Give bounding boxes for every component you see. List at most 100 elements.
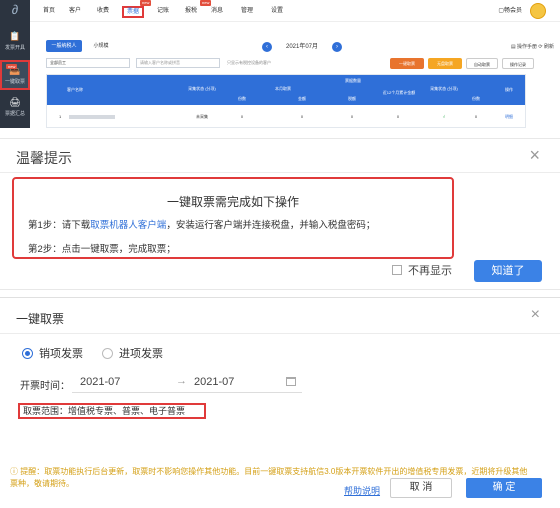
- date-from-input[interactable]: 2021-07: [80, 376, 120, 388]
- nav-fees[interactable]: 收费: [94, 5, 112, 17]
- top-nav: 首页 客户 收费 票据 new 记账 报税 消息 new 管理 设置 ▢畅会员: [30, 0, 560, 22]
- nav-tax[interactable]: 报税: [182, 5, 200, 17]
- sidebar-item-label: 一键取票: [4, 79, 25, 85]
- close-icon[interactable]: ×: [529, 145, 540, 166]
- radio-sales-label: 销项发票: [39, 348, 83, 360]
- arrow-right-icon: →: [176, 375, 187, 387]
- cancel-button[interactable]: 取 消: [390, 478, 452, 498]
- sidebar-item-one-click-fetch[interactable]: new 📥 一键取票: [0, 60, 30, 90]
- auto-fetch-button[interactable]: 自动取票: [466, 58, 498, 69]
- nav-settings[interactable]: 设置: [268, 5, 286, 17]
- col-status-2: 采集状态 (分项): [430, 86, 458, 91]
- nav-home[interactable]: 首页: [40, 5, 58, 17]
- row-index: 1: [59, 114, 62, 119]
- date-to-input[interactable]: 2021-07: [194, 376, 234, 388]
- dialog-header: 一键取票 ×: [0, 298, 560, 334]
- sidebar-item-label: 发票开具: [4, 45, 25, 51]
- col-customer: 客户名称: [67, 87, 83, 92]
- row-count-2: 0: [474, 114, 478, 119]
- instructions-title: 一键取票需完成如下操作: [166, 195, 299, 209]
- calendar-icon[interactable]: [286, 377, 296, 386]
- date-label: 开票时间：: [20, 381, 70, 392]
- redacted-customer-name: [69, 115, 115, 119]
- dialog-header: 温馨提示 ×: [0, 139, 560, 173]
- row-status: 未采集: [196, 114, 208, 119]
- col-tax: 税额: [348, 96, 356, 101]
- help-link[interactable]: 帮助说明: [344, 484, 380, 497]
- radio-unselected-icon: [102, 348, 113, 359]
- staff-select-value: 全部员工: [50, 60, 66, 65]
- do-not-show-again-checkbox[interactable]: 不再显示: [392, 264, 452, 278]
- staff-select[interactable]: 全部员工: [46, 58, 130, 68]
- step-1-text-a: 第1步：请下载: [28, 220, 91, 231]
- nav-bookkeeping[interactable]: 记账: [154, 5, 172, 17]
- table-header: 票据数量 客户名称 采集状态 (分项) 本月取票 份数 金额 税额 近12个月累…: [47, 75, 525, 105]
- customer-search-input[interactable]: 请输入客户名称或拼音: [136, 58, 220, 68]
- month-label: 2021年07月: [285, 44, 319, 50]
- nav-new-badge: new: [140, 0, 152, 6]
- manual-refresh-links[interactable]: ▤ 操作手册 ⟳ 刷新: [511, 41, 554, 53]
- search-placeholder: 请输入客户名称或拼音: [140, 60, 180, 65]
- radio-purchase-label: 进项发票: [119, 348, 163, 360]
- dialog-title: 一键取票: [16, 312, 65, 326]
- month-picker: ‹ 2021年07月 ›: [262, 41, 342, 53]
- dialog-title: 温馨提示: [16, 150, 72, 166]
- row-tax: 0: [350, 114, 354, 119]
- col-month: 本月取票: [275, 86, 291, 91]
- sidebar-item-bill-summary[interactable]: 🖨 票据汇总: [0, 94, 30, 124]
- do-not-show-again-label: 不再显示: [408, 265, 452, 277]
- app-screenshot: ∂ 📋 发票开具 new 📥 一键取票 🖨 票据汇总 首页 客户 收费 票据 n…: [0, 0, 560, 128]
- col-12m-total: 近12个月累计金额: [382, 90, 416, 95]
- sidebar-item-label: 票据汇总: [4, 111, 25, 117]
- col-count: 份数: [238, 96, 246, 101]
- app-logo-icon: ∂: [11, 2, 19, 17]
- diskless-fetch-button[interactable]: 无盘取票: [428, 58, 462, 69]
- document-icon: 📋: [9, 31, 21, 41]
- avatar[interactable]: [530, 3, 546, 19]
- download-client-link[interactable]: 取票机器人客户端: [90, 220, 166, 231]
- step-1: 第1步：请下载取票机器人客户端，安装运行客户端并连接税盘，并输入税盘密码；: [28, 217, 375, 231]
- printer-icon: 🖨: [9, 97, 21, 107]
- group-header: 票据数量: [345, 78, 361, 83]
- tab-general-taxpayer[interactable]: 一般纳税人: [46, 40, 82, 52]
- radio-sales-invoice[interactable]: 销项发票: [22, 347, 83, 361]
- nav-bills[interactable]: 票据: [122, 6, 145, 18]
- notice-text: ⓘ 提醒：取票功能执行后台更新，取票时不影响您操作其他功能。目前一键取票支持航信…: [10, 467, 528, 488]
- radio-purchase-invoice[interactable]: 进项发票: [102, 347, 163, 361]
- fetch-scope: 取票范围：增值税专票、普票、电子普票: [18, 403, 206, 419]
- confirm-button[interactable]: 确 定: [466, 478, 542, 498]
- close-icon[interactable]: ×: [531, 306, 540, 324]
- step-2: 第2步：点击一键取票，完成取票；: [28, 244, 176, 255]
- new-badge: new: [6, 64, 18, 69]
- next-month-button[interactable]: ›: [332, 42, 342, 52]
- tab-small-scale[interactable]: 小规模: [86, 40, 116, 52]
- check-icon: √: [442, 114, 446, 119]
- warm-tip-dialog: 温馨提示 × 一键取票需完成如下操作 第1步：请下载取票机器人客户端，安装运行客…: [0, 138, 560, 290]
- one-click-fetch-button[interactable]: 一键取票: [390, 58, 424, 69]
- row-detail-link[interactable]: 明细: [497, 106, 521, 128]
- nav-messages[interactable]: 消息: [208, 5, 226, 17]
- col-action: 操作: [505, 87, 513, 92]
- col-count-2: 份数: [472, 96, 480, 101]
- step-1-text-b: ，安装运行客户端并连接税盘，并输入税盘密码；: [166, 220, 376, 231]
- sidebar-item-invoice-issue[interactable]: 📋 发票开具: [0, 28, 30, 58]
- sidebar: ∂ 📋 发票开具 new 📥 一键取票 🖨 票据汇总: [0, 0, 30, 128]
- col-amount: 金额: [298, 96, 306, 101]
- vip-link[interactable]: ▢畅会员: [498, 5, 522, 17]
- nav-customers[interactable]: 客户: [66, 5, 84, 17]
- table-row: 1 未采集 0 0 0 0 √ 0 明细: [47, 106, 525, 128]
- checkbox-icon: [392, 265, 402, 275]
- got-it-button[interactable]: 知道了: [474, 260, 542, 282]
- radio-selected-icon: [22, 348, 33, 359]
- customer-table: 票据数量 客户名称 采集状态 (分项) 本月取票 份数 金额 税额 近12个月累…: [46, 74, 526, 128]
- device-only-checkbox[interactable]: 只显示有税控设备的客户: [227, 59, 271, 67]
- nav-manage[interactable]: 管理: [238, 5, 256, 17]
- row-total: 0: [396, 114, 400, 119]
- operation-log-button[interactable]: 操作记录: [502, 58, 534, 69]
- row-amount: 0: [300, 114, 304, 119]
- one-click-fetch-dialog: 一键取票 × 销项发票 进项发票 开票时间： 2021-07 → 2021-07…: [0, 297, 560, 508]
- prev-month-button[interactable]: ‹: [262, 42, 272, 52]
- instructions-box: 一键取票需完成如下操作 第1步：请下载取票机器人客户端，安装运行客户端并连接税盘…: [12, 177, 454, 259]
- nav-new-badge: new: [200, 0, 212, 6]
- col-status: 采集状态 (分项): [188, 86, 216, 91]
